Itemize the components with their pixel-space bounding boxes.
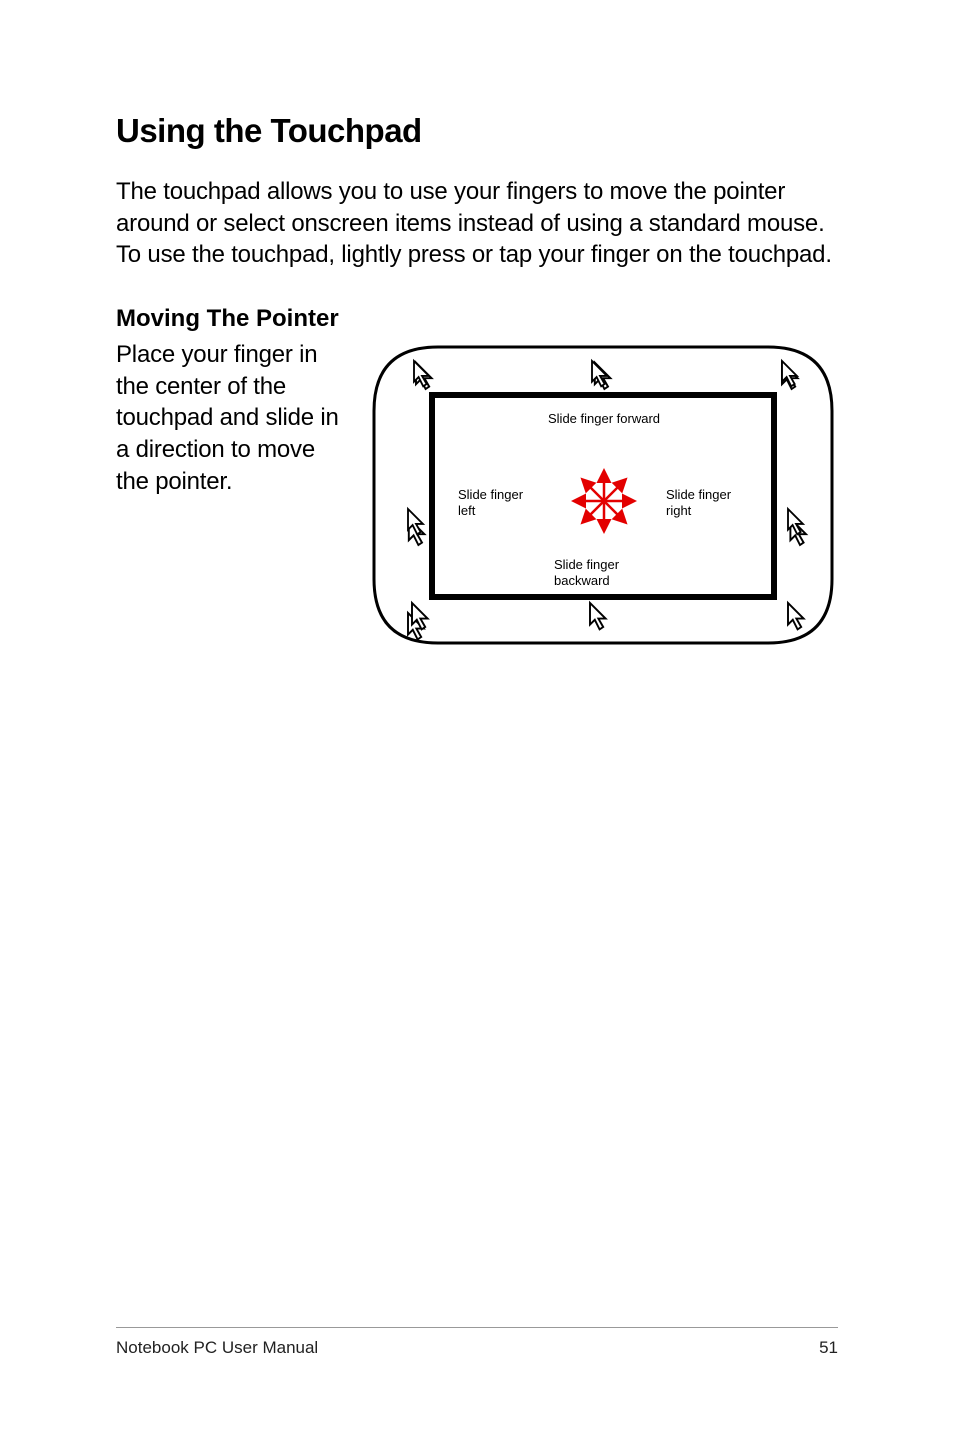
page-title: Using the Touchpad	[116, 112, 838, 150]
touchpad-diagram: Slide finger forward Slide finger left S…	[368, 339, 838, 654]
label-left-1: Slide finger	[458, 487, 524, 502]
label-forward: Slide finger forward	[548, 411, 660, 426]
label-right-1: Slide finger	[666, 487, 732, 502]
label-back-1: Slide finger	[554, 557, 620, 572]
label-left-2: left	[458, 503, 476, 518]
section-subtitle: Moving The Pointer	[116, 305, 838, 333]
label-back-2: backward	[554, 573, 610, 588]
footer-page-number: 51	[819, 1338, 838, 1358]
footer-left: Notebook PC User Manual	[116, 1338, 318, 1358]
label-right-2: right	[666, 503, 692, 518]
direction-star-icon	[576, 473, 632, 529]
body-paragraph: Place your finger in the center of the t…	[116, 339, 340, 654]
touchpad-svg: Slide finger forward Slide finger left S…	[368, 341, 838, 649]
page-footer: Notebook PC User Manual 51	[116, 1327, 838, 1358]
intro-paragraph: The touchpad allows you to use your fing…	[116, 176, 838, 271]
